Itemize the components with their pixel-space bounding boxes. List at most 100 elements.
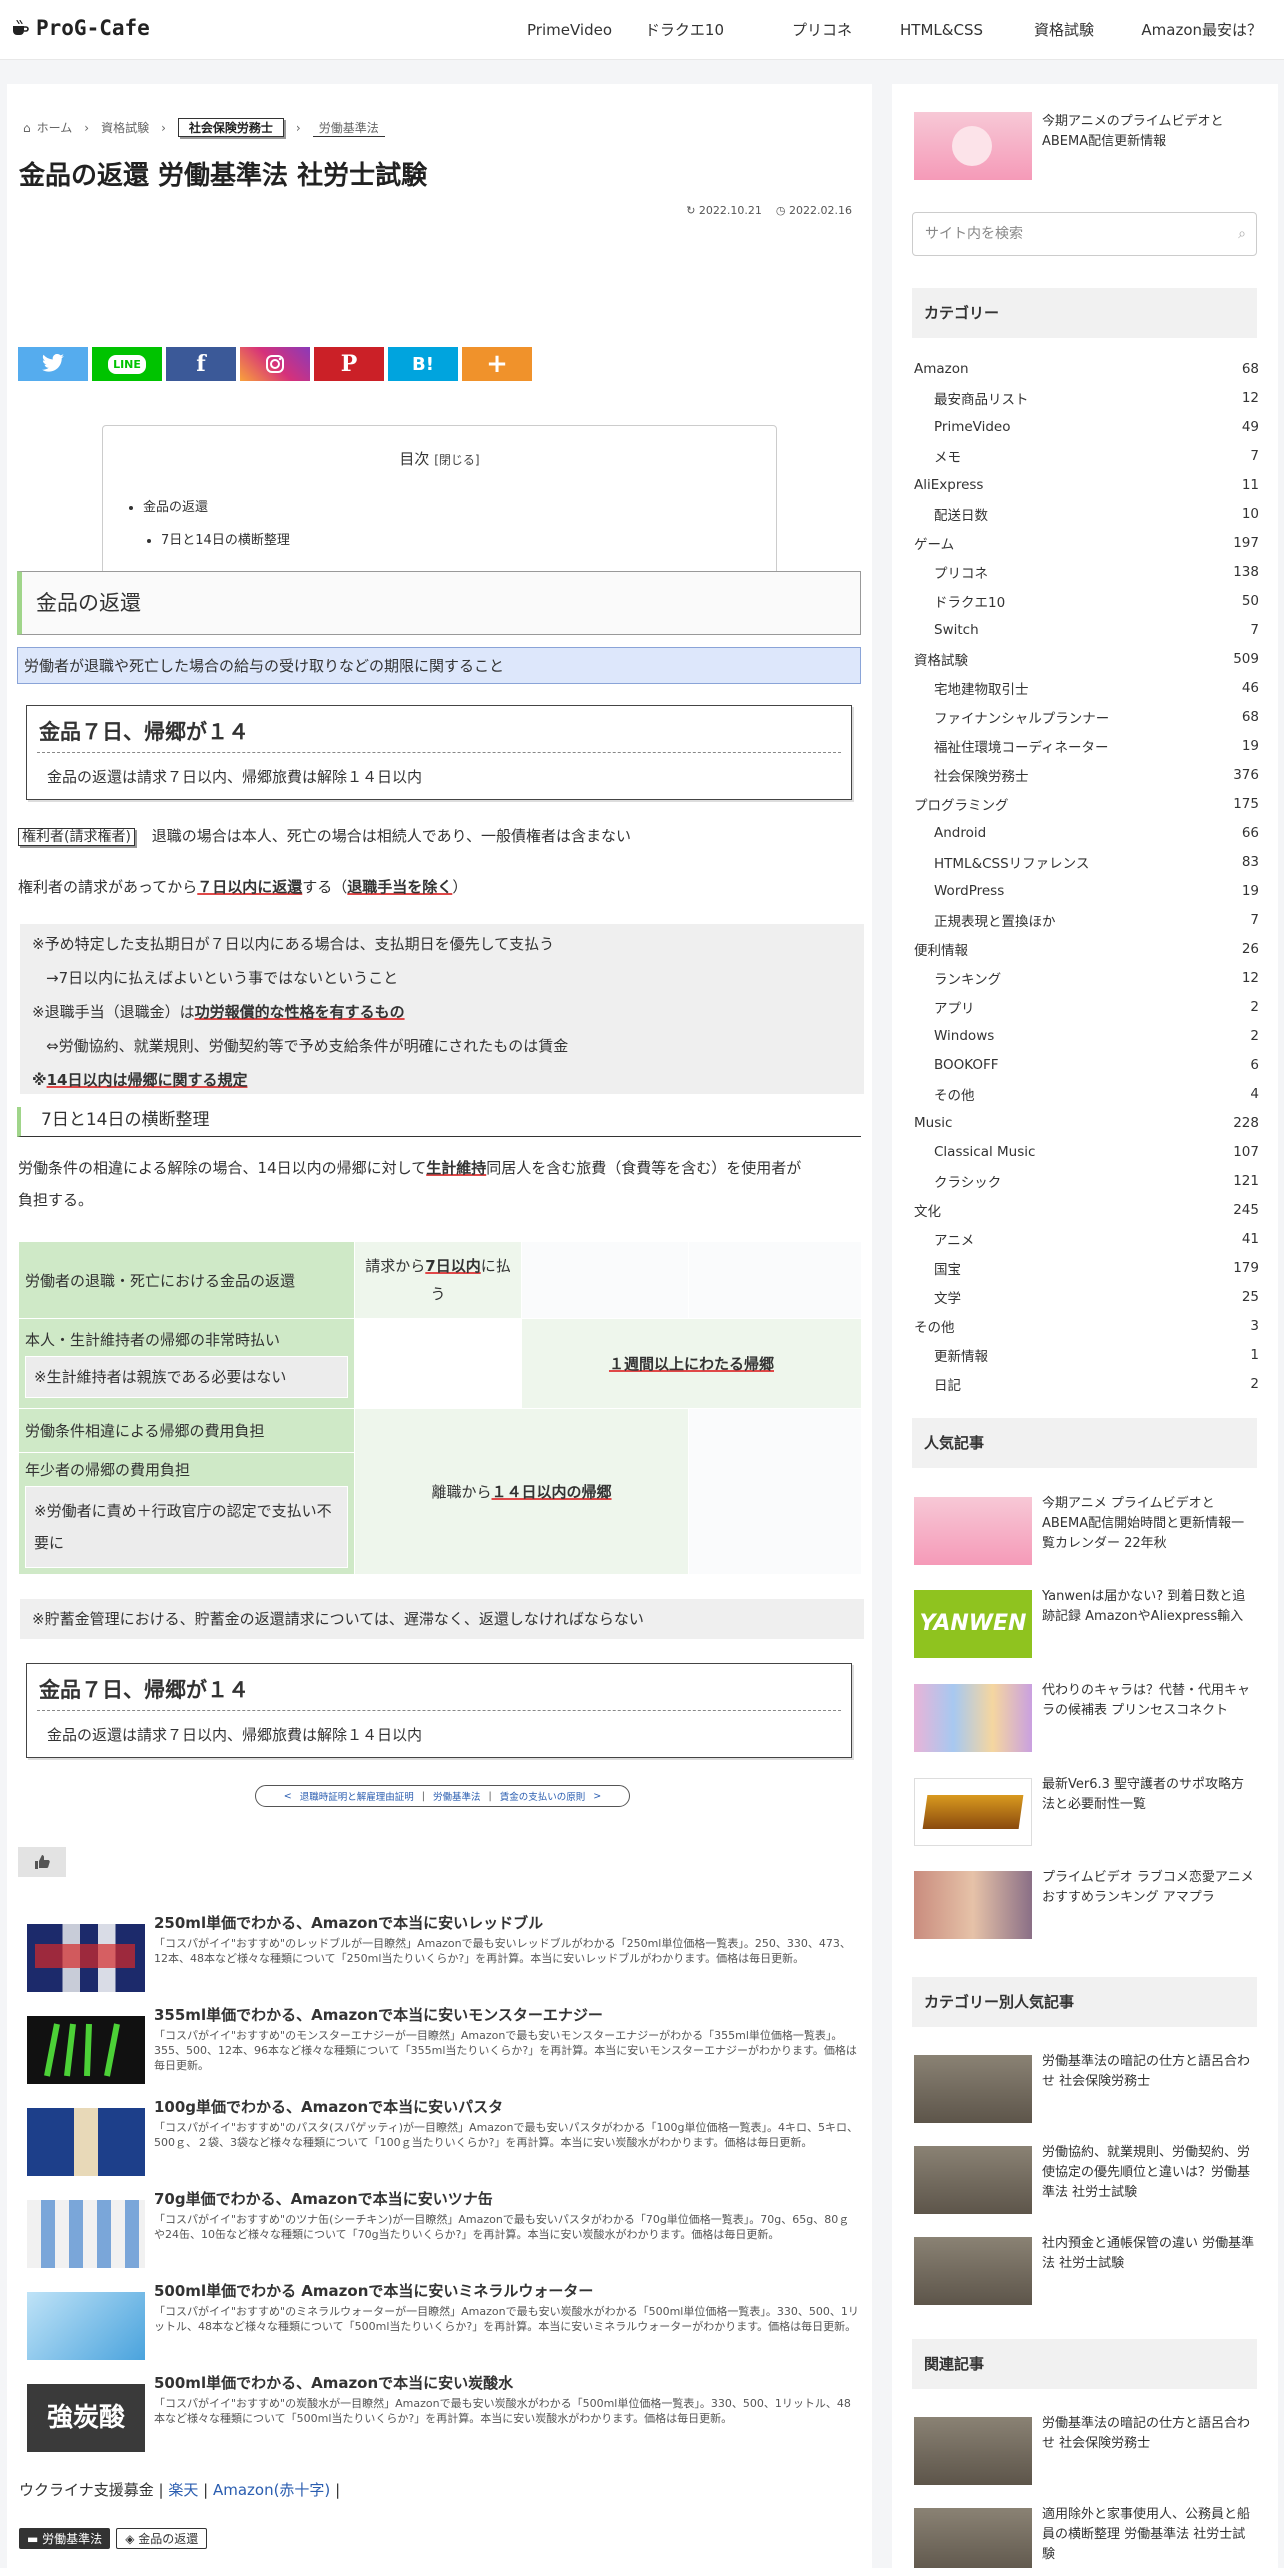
- breadcrumb-home[interactable]: ホーム: [37, 119, 73, 136]
- category-item[interactable]: その他 3: [914, 1311, 1259, 1340]
- category-item[interactable]: AliExpress 11: [914, 470, 1259, 499]
- category-item[interactable]: アニメ 41: [934, 1224, 1259, 1253]
- category-item[interactable]: クラシック 121: [934, 1166, 1259, 1195]
- category-item[interactable]: HTML&CSSリファレンス 83: [934, 847, 1259, 876]
- nav-primevideo[interactable]: PrimeVideo: [527, 0, 612, 60]
- category-item[interactable]: アプリ 2: [934, 992, 1259, 1021]
- breadcrumb-shikaku[interactable]: 資格試験: [101, 119, 149, 136]
- pager-prev[interactable]: <: [284, 1791, 292, 1802]
- line-share-button[interactable]: LINE: [92, 347, 162, 381]
- related-card[interactable]: 500ml単価でわかる Amazonで本当に安いミネラルウォーター 「コスパがイ…: [23, 2280, 863, 2360]
- popular-post-title[interactable]: 今期アニメ プライムビデオとABEMA配信開始時間と更新情報一覧カレンダー 22…: [1042, 1494, 1257, 1554]
- breadcrumb-roukihou[interactable]: 労働基準法: [312, 119, 385, 137]
- instagram-share-button[interactable]: [240, 347, 310, 381]
- category-item[interactable]: Music 228: [914, 1108, 1259, 1137]
- category-item[interactable]: PrimeVideo 49: [934, 412, 1259, 441]
- category-item[interactable]: Windows 2: [934, 1021, 1259, 1050]
- category-item[interactable]: 更新情報 1: [934, 1340, 1259, 1369]
- category-item[interactable]: WordPress 19: [934, 876, 1259, 905]
- twitter-share-button[interactable]: [18, 347, 88, 381]
- category-item[interactable]: その他 4: [934, 1079, 1259, 1108]
- category-item[interactable]: 国宝 179: [934, 1253, 1259, 1282]
- card-title[interactable]: 355ml単価でわかる、Amazonで本当に安いモンスターエナジー: [154, 2004, 603, 2025]
- popular-thumbnail[interactable]: [914, 1778, 1032, 1846]
- category-tag[interactable]: ▬ 労働基準法: [19, 2528, 111, 2549]
- sidebar-top-post-title[interactable]: 今期アニメのプライムビデオとABEMA配信更新情報: [1042, 112, 1257, 152]
- like-button[interactable]: [18, 1847, 66, 1877]
- nav-shikaku[interactable]: 資格試験: [1034, 0, 1094, 60]
- category-item[interactable]: BOOKOFF 6: [934, 1050, 1259, 1079]
- card-title[interactable]: 500ml単価でわかる Amazonで本当に安いミネラルウォーター: [154, 2280, 593, 2301]
- related-thumbnail[interactable]: [914, 2417, 1032, 2485]
- search-icon[interactable]: ⌕: [1238, 213, 1246, 255]
- category-item[interactable]: Android 66: [934, 818, 1259, 847]
- category-item[interactable]: 日記 2: [934, 1369, 1259, 1398]
- category-item[interactable]: ゲーム 197: [914, 528, 1259, 557]
- category-item[interactable]: 最安商品リスト 12: [934, 383, 1259, 412]
- category-item[interactable]: ドラクエ10 50: [934, 586, 1259, 615]
- search-input[interactable]: サイト内を検索 ⌕: [912, 212, 1257, 256]
- related-card[interactable]: 強炭酸 500ml単価でわかる、Amazonで本当に安い炭酸水 「コスパがイイ"…: [23, 2372, 863, 2452]
- catpop-post-title[interactable]: 社内預金と通帳保管の違い 労働基準法 社労士試験: [1042, 2234, 1257, 2274]
- catpop-thumbnail[interactable]: [914, 2055, 1032, 2123]
- anime-thumbnail[interactable]: [914, 112, 1032, 180]
- category-item[interactable]: Switch 7: [934, 615, 1259, 644]
- category-item[interactable]: 福祉住環境コーディネーター 19: [934, 731, 1259, 760]
- popular-thumbnail[interactable]: YANWEN: [914, 1590, 1032, 1658]
- category-item[interactable]: 便利情報 26: [914, 934, 1259, 963]
- card-title[interactable]: 70g単価でわかる、Amazonで本当に安いツナ缶: [154, 2188, 493, 2209]
- catpop-post-title[interactable]: 労働協約、就業規則、労働契約、労使協定の優先順位と違いは？労働基準法 社労士試験: [1042, 2143, 1257, 2203]
- popular-post-title[interactable]: 最新Ver6.3 聖守護者のサポ攻略方法と必要耐性一覧: [1042, 1775, 1257, 1815]
- related-post-title[interactable]: 労働基準法の暗記の仕方と語呂合わせ 社会保険労務士: [1042, 2414, 1257, 2454]
- card-title[interactable]: 250ml単価でわかる、Amazonで本当に安いレッドブル: [154, 1912, 543, 1933]
- category-item[interactable]: 資格試験 509: [914, 644, 1259, 673]
- facebook-share-button[interactable]: f: [166, 347, 236, 381]
- category-item[interactable]: Amazon 68: [914, 354, 1259, 383]
- catpop-post-title[interactable]: 労働基準法の暗記の仕方と語呂合わせ 社会保険労務士: [1042, 2052, 1257, 2092]
- toc-item[interactable]: 7日と14日の横断整理: [161, 524, 290, 557]
- catpop-thumbnail[interactable]: [914, 2146, 1032, 2214]
- breadcrumb-sharoushi[interactable]: 社会保険労務士: [177, 118, 284, 137]
- support-link-amazon[interactable]: Amazon(赤十字): [213, 2481, 330, 2499]
- related-post-title[interactable]: 適用除外と家事使用人、公務員と船員の横断整理 労働基準法 社労士試験: [1042, 2505, 1257, 2565]
- popular-thumbnail[interactable]: [914, 1684, 1032, 1752]
- hatena-share-button[interactable]: B!: [388, 347, 458, 381]
- site-logo[interactable]: ProG-Cafe: [10, 16, 150, 40]
- category-item[interactable]: 文学 25: [934, 1282, 1259, 1311]
- toc-toggle[interactable]: [閉じる]: [434, 453, 479, 467]
- category-item[interactable]: ランキング 12: [934, 963, 1259, 992]
- card-title[interactable]: 500ml単価でわかる、Amazonで本当に安い炭酸水: [154, 2372, 513, 2393]
- pager-link[interactable]: 賃金の支払いの原則: [500, 1789, 586, 1803]
- support-link-rakuten[interactable]: 楽天: [168, 2481, 198, 2499]
- related-card[interactable]: 355ml単価でわかる、Amazonで本当に安いモンスターエナジー 「コスパがイ…: [23, 2004, 863, 2084]
- nav-amazon-saiyasu[interactable]: Amazon最安は？: [1141, 0, 1262, 60]
- nav-dq10[interactable]: ドラクエ10: [645, 0, 724, 60]
- catpop-thumbnail[interactable]: [914, 2237, 1032, 2305]
- related-thumbnail[interactable]: [914, 2508, 1032, 2568]
- nav-priconne[interactable]: プリコネ: [792, 0, 852, 60]
- popular-post-title[interactable]: 代わりのキャラは？代替・代用キャラの候補表 プリンセスコネクト: [1042, 1681, 1257, 1721]
- popular-post-title[interactable]: プライムビデオ ラブコメ恋愛アニメおすすめランキング アマプラ: [1042, 1868, 1257, 1908]
- popular-post-title[interactable]: Yanwenは届かない? 到着日数と追跡記録 AmazonやAliexpress…: [1042, 1587, 1257, 1627]
- category-item[interactable]: プログラミング 175: [914, 789, 1259, 818]
- pager-link[interactable]: 労働基準法: [433, 1789, 481, 1803]
- card-title[interactable]: 100g単価でわかる、Amazonで本当に安いパスタ: [154, 2096, 503, 2117]
- related-card[interactable]: 100g単価でわかる、Amazonで本当に安いパスタ 「コスパがイイ"おすすめ"…: [23, 2096, 863, 2176]
- pager-next[interactable]: >: [593, 1791, 601, 1802]
- category-item[interactable]: 宅地建物取引士 46: [934, 673, 1259, 702]
- pager-link[interactable]: 退職時証明と解雇理由証明: [300, 1789, 414, 1803]
- category-item[interactable]: Classical Music 107: [934, 1137, 1259, 1166]
- nav-htmlcss[interactable]: HTML&CSS: [900, 0, 983, 60]
- category-item[interactable]: ファイナンシャルプランナー 68: [934, 702, 1259, 731]
- category-item[interactable]: 配送日数 10: [934, 499, 1259, 528]
- pinterest-share-button[interactable]: P: [314, 347, 384, 381]
- category-item[interactable]: 社会保険労務士 376: [934, 760, 1259, 789]
- toc-item[interactable]: 金品の返還: [143, 491, 290, 524]
- popular-thumbnail[interactable]: [914, 1497, 1032, 1565]
- category-item[interactable]: 正規表現と置換ほか 7: [934, 905, 1259, 934]
- related-card[interactable]: 250ml単価でわかる、Amazonで本当に安いレッドブル 「コスパがイイ"おす…: [23, 1912, 863, 1992]
- popular-thumbnail[interactable]: [914, 1871, 1032, 1939]
- category-item[interactable]: 文化 245: [914, 1195, 1259, 1224]
- post-tag[interactable]: ◈ 金品の返還: [116, 2528, 208, 2549]
- category-item[interactable]: メモ 7: [934, 441, 1259, 470]
